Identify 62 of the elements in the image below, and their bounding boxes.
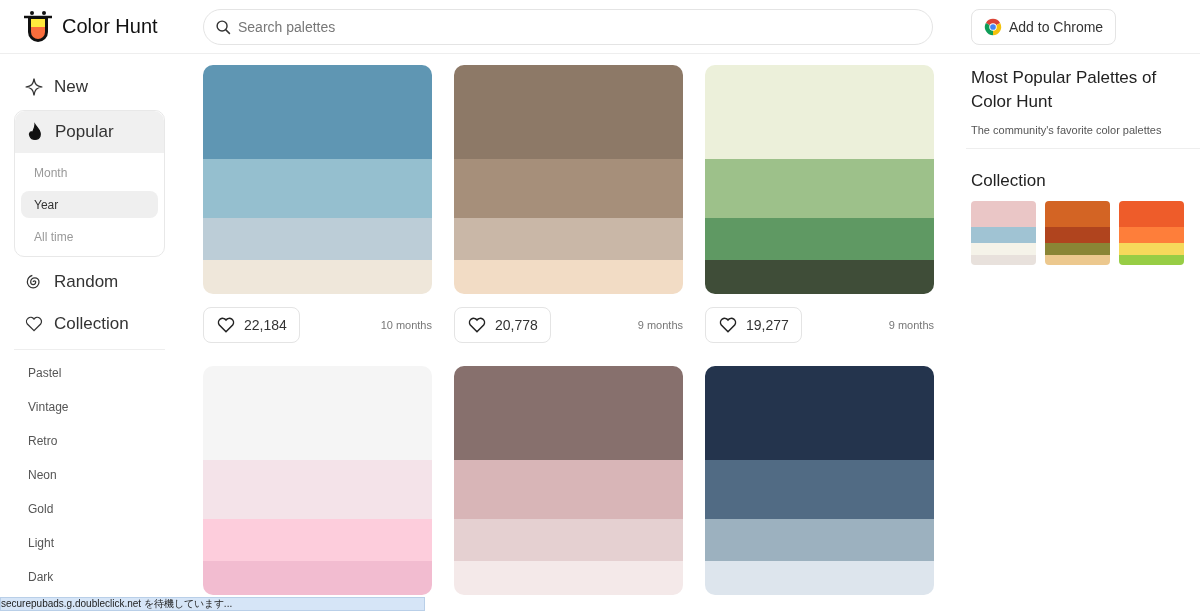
collection-palette[interactable] xyxy=(1119,201,1184,265)
color-stripe[interactable] xyxy=(454,65,683,159)
palette-age: 9 months xyxy=(637,319,683,331)
nav-item[interactable]: Random xyxy=(14,261,165,303)
category-link[interactable]: Gold xyxy=(14,492,165,526)
color-stripe[interactable] xyxy=(203,459,432,520)
nav-item[interactable]: Popular xyxy=(15,111,164,153)
category-link[interactable]: Neon xyxy=(14,458,165,492)
heart-icon xyxy=(24,314,44,334)
palette-card[interactable] xyxy=(705,65,934,294)
color-stripe[interactable] xyxy=(454,560,683,595)
panel-subtitle: The community's favorite color palettes xyxy=(971,124,1163,138)
color-stripe[interactable] xyxy=(454,366,683,460)
logo-text[interactable]: Color Hunt xyxy=(62,15,158,38)
heart-icon xyxy=(216,315,236,335)
search-icon xyxy=(215,18,232,36)
palette-card[interactable] xyxy=(705,366,934,595)
nav-item[interactable]: New xyxy=(14,66,165,108)
nav-item[interactable]: Collection xyxy=(14,303,165,345)
color-stripe[interactable] xyxy=(203,519,432,561)
color-stripe[interactable] xyxy=(203,259,432,294)
color-stripe[interactable] xyxy=(705,366,934,460)
category-link[interactable]: Light xyxy=(14,526,165,560)
color-stripe[interactable] xyxy=(454,459,683,520)
color-stripe[interactable] xyxy=(705,218,934,260)
heart-icon xyxy=(467,315,487,335)
palette-age: 10 months xyxy=(380,319,432,331)
color-stripe[interactable] xyxy=(203,560,432,595)
color-stripe[interactable] xyxy=(705,158,934,219)
nav-subitem[interactable]: Year xyxy=(21,191,158,218)
like-button[interactable]: 20,778 xyxy=(454,307,551,343)
chrome-icon xyxy=(984,17,1002,36)
color-stripe[interactable] xyxy=(705,259,934,294)
color-stripe[interactable] xyxy=(203,65,432,159)
heart-icon xyxy=(718,315,738,335)
color-stripe[interactable] xyxy=(203,218,432,260)
category-link[interactable]: Vintage xyxy=(14,390,165,424)
search-field[interactable]: Search palettes xyxy=(203,8,933,45)
collection-palette[interactable] xyxy=(1045,201,1110,265)
color-stripe[interactable] xyxy=(705,459,934,520)
color-stripe[interactable] xyxy=(203,158,432,219)
color-stripe[interactable] xyxy=(454,158,683,219)
color-stripe[interactable] xyxy=(454,218,683,260)
color-stripe[interactable] xyxy=(705,560,934,595)
color-stripe[interactable] xyxy=(454,519,683,561)
add-to-chrome-button[interactable]: Add to Chrome xyxy=(971,8,1117,45)
collection-title: Collection xyxy=(971,171,1047,191)
category-link[interactable]: Pastel xyxy=(14,356,165,390)
category-link[interactable]: Retro xyxy=(14,424,165,458)
palette-age: 9 months xyxy=(888,319,934,331)
panel-title: Most Popular Palettes of Color Hunt xyxy=(971,67,1158,113)
sparkle-icon xyxy=(24,77,44,97)
collection-palette[interactable] xyxy=(971,201,1036,265)
category-link[interactable]: Dark xyxy=(14,560,165,594)
color-stripe[interactable] xyxy=(203,366,432,460)
color-stripe[interactable] xyxy=(705,519,934,561)
logo-icon xyxy=(22,9,54,44)
color-stripe[interactable] xyxy=(454,259,683,294)
color-stripe[interactable] xyxy=(705,65,934,159)
like-button[interactable]: 19,277 xyxy=(705,307,802,343)
like-button[interactable]: 22,184 xyxy=(203,307,300,343)
status-bar: securepubads.g.doubleclick.net を待機しています... xyxy=(0,597,425,611)
